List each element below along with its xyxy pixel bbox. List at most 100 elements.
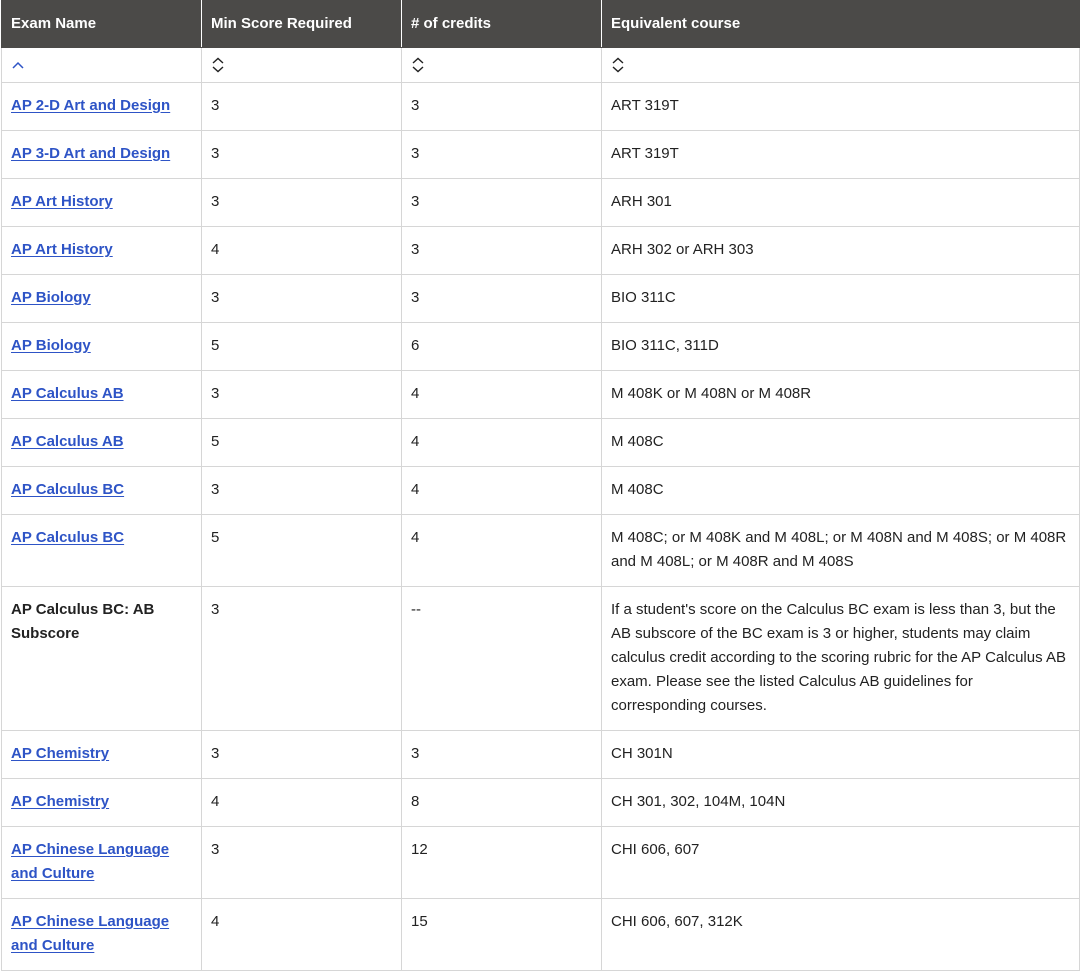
- min-score-cell: 4: [201, 226, 402, 275]
- table-row: AP Biology 3 3 BIO 311C: [1, 274, 1080, 323]
- min-score-cell: 3: [201, 274, 402, 323]
- min-score-cell: 3: [201, 82, 402, 131]
- equivalent-course-cell: ART 319T: [601, 130, 1080, 179]
- exam-name-cell: AP Biology: [1, 322, 202, 371]
- table-row: AP Biology 5 6 BIO 311C, 311D: [1, 322, 1080, 371]
- equivalent-course-cell: BIO 311C: [601, 274, 1080, 323]
- sort-cell-credits: [401, 47, 602, 83]
- sort-neutral-icon[interactable]: [611, 57, 1070, 73]
- min-score-cell: 4: [201, 898, 402, 971]
- sort-ascending-icon[interactable]: [11, 60, 192, 70]
- exam-name-cell: AP Chemistry: [1, 778, 202, 827]
- credits-cell: 3: [401, 226, 602, 275]
- exam-name-cell: AP Calculus BC: [1, 514, 202, 587]
- exam-link[interactable]: AP Chemistry: [11, 793, 109, 810]
- credits-cell: 3: [401, 730, 602, 779]
- table-row: AP Chinese Language and Culture 4 15 CHI 60…: [1, 898, 1080, 971]
- equivalent-course-cell: BIO 311C, 311D: [601, 322, 1080, 371]
- table-row: AP Calculus BC: AB Subscore 3 -- If a stude…: [1, 586, 1080, 731]
- equivalent-course-cell: M 408C: [601, 418, 1080, 467]
- min-score-cell: 3: [201, 178, 402, 227]
- credits-cell: 4: [401, 370, 602, 419]
- exam-name-cell: AP 2-D Art and Design: [1, 82, 202, 131]
- exam-link[interactable]: AP 3-D Art and Design: [11, 145, 170, 162]
- table-row: AP Calculus AB 5 4 M 408C: [1, 418, 1080, 467]
- min-score-cell: 5: [201, 418, 402, 467]
- exam-link[interactable]: AP Art History: [11, 241, 113, 258]
- min-score-cell: 3: [201, 466, 402, 515]
- exam-link[interactable]: AP 2-D Art and Design: [11, 97, 170, 114]
- table-row: AP Calculus BC 3 4 M 408C: [1, 466, 1080, 515]
- table-body: AP 2-D Art and Design 3 3 ART 319T AP 3-D Ar…: [1, 82, 1080, 971]
- column-header-exam-name[interactable]: Exam Name: [1, 0, 202, 48]
- exam-name-text: AP Calculus BC: AB Subscore: [11, 601, 155, 642]
- min-score-cell: 3: [201, 730, 402, 779]
- equivalent-course-cell: CHI 606, 607: [601, 826, 1080, 899]
- equivalent-course-cell: M 408K or M 408N or M 408R: [601, 370, 1080, 419]
- exam-name-cell: AP 3-D Art and Design: [1, 130, 202, 179]
- table-row: AP 2-D Art and Design 3 3 ART 319T: [1, 82, 1080, 131]
- credits-cell: 6: [401, 322, 602, 371]
- equivalent-course-cell: CH 301N: [601, 730, 1080, 779]
- equivalent-course-cell: CHI 606, 607, 312K: [601, 898, 1080, 971]
- table-row: AP Chemistry 3 3 CH 301N: [1, 730, 1080, 779]
- exam-name-cell: AP Calculus BC: [1, 466, 202, 515]
- min-score-cell: 5: [201, 514, 402, 587]
- credits-cell: 4: [401, 466, 602, 515]
- min-score-cell: 3: [201, 586, 402, 731]
- min-score-cell: 3: [201, 826, 402, 899]
- credits-cell: --: [401, 586, 602, 731]
- table-row: AP Calculus AB 3 4 M 408K or M 408N or M 40…: [1, 370, 1080, 419]
- credits-cell: 4: [401, 514, 602, 587]
- exam-link[interactable]: AP Chinese Language and Culture: [11, 841, 169, 882]
- exam-name-cell: AP Calculus AB: [1, 370, 202, 419]
- exam-link[interactable]: AP Calculus AB: [11, 433, 124, 450]
- min-score-cell: 5: [201, 322, 402, 371]
- ap-credit-table: Exam Name Min Score Required # of credit…: [1, 0, 1080, 971]
- column-header-credits[interactable]: # of credits: [401, 0, 602, 48]
- exam-name-cell: AP Chinese Language and Culture: [1, 826, 202, 899]
- exam-name-cell: AP Chemistry: [1, 730, 202, 779]
- column-header-equivalent-course[interactable]: Equivalent course: [601, 0, 1080, 48]
- table-row: AP Calculus BC 5 4 M 408C; or M 408K and M …: [1, 514, 1080, 587]
- equivalent-course-cell: M 408C: [601, 466, 1080, 515]
- exam-name-cell: AP Calculus AB: [1, 418, 202, 467]
- credits-cell: 3: [401, 82, 602, 131]
- credits-cell: 3: [401, 130, 602, 179]
- equivalent-course-cell: ARH 302 or ARH 303: [601, 226, 1080, 275]
- exam-name-cell: AP Biology: [1, 274, 202, 323]
- min-score-cell: 3: [201, 130, 402, 179]
- equivalent-course-cell: If a student's score on the Calculus BC …: [601, 586, 1080, 731]
- table-row: AP 3-D Art and Design 3 3 ART 319T: [1, 130, 1080, 179]
- table-header-row: Exam Name Min Score Required # of credit…: [1, 0, 1080, 48]
- credits-cell: 15: [401, 898, 602, 971]
- sort-cell-min-score: [201, 47, 402, 83]
- exam-link[interactable]: AP Chemistry: [11, 745, 109, 762]
- table-row: AP Chinese Language and Culture 3 12 CHI 60…: [1, 826, 1080, 899]
- exam-link[interactable]: AP Calculus AB: [11, 385, 124, 402]
- equivalent-course-cell: M 408C; or M 408K and M 408L; or M 408N …: [601, 514, 1080, 587]
- credits-cell: 3: [401, 274, 602, 323]
- equivalent-course-cell: CH 301, 302, 104M, 104N: [601, 778, 1080, 827]
- exam-link[interactable]: AP Calculus BC: [11, 529, 124, 546]
- exam-link[interactable]: AP Calculus BC: [11, 481, 124, 498]
- sort-neutral-icon[interactable]: [411, 57, 592, 73]
- credits-cell: 8: [401, 778, 602, 827]
- min-score-cell: 3: [201, 370, 402, 419]
- exam-name-cell: AP Art History: [1, 178, 202, 227]
- credits-cell: 4: [401, 418, 602, 467]
- exam-link[interactable]: AP Chinese Language and Culture: [11, 913, 169, 954]
- sort-neutral-icon[interactable]: [211, 57, 392, 73]
- sort-cell-exam-name: [1, 47, 202, 83]
- sort-controls-row: [1, 47, 1080, 83]
- exam-link[interactable]: AP Biology: [11, 337, 91, 354]
- table-row: AP Art History 3 3 ARH 301: [1, 178, 1080, 227]
- exam-name-cell: AP Art History: [1, 226, 202, 275]
- min-score-cell: 4: [201, 778, 402, 827]
- exam-link[interactable]: AP Art History: [11, 193, 113, 210]
- exam-link[interactable]: AP Biology: [11, 289, 91, 306]
- exam-name-cell: AP Calculus BC: AB Subscore: [1, 586, 202, 731]
- credits-cell: 3: [401, 178, 602, 227]
- equivalent-course-cell: ART 319T: [601, 82, 1080, 131]
- column-header-min-score[interactable]: Min Score Required: [201, 0, 402, 48]
